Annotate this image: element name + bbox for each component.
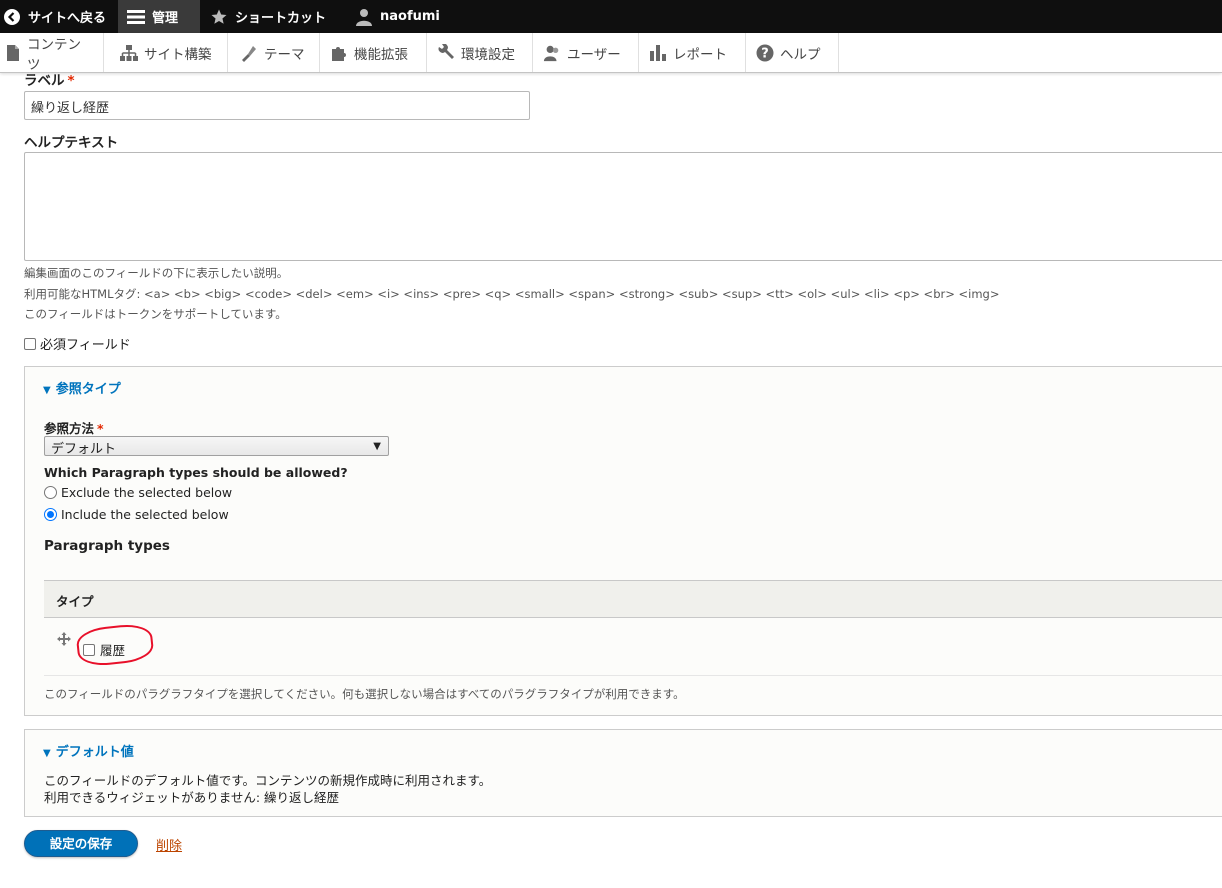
back-to-site-link[interactable]: サイトへ戻る (0, 0, 118, 33)
tray-item-people[interactable]: ユーザー (533, 33, 639, 72)
svg-text:?: ? (761, 46, 769, 61)
shortcuts-tab[interactable]: ショートカット (200, 0, 342, 33)
admin-toolbar: サイトへ戻る 管理 ショートカット naofumi (0, 0, 1222, 33)
dropdown-arrow-icon: ▼ (373, 441, 381, 452)
reference-type-legend: 参照タイプ (55, 382, 121, 397)
include-option-label: Include the selected below (61, 507, 229, 522)
tray-item-help[interactable]: ? ヘルプ (746, 33, 839, 72)
reference-type-toggle[interactable]: ▼ 参照タイプ (43, 378, 121, 397)
menu-icon (126, 7, 146, 27)
page-icon (4, 44, 21, 62)
reference-method-label-text: 参照方法 (44, 421, 95, 436)
tray-item-label: レポート (673, 46, 727, 63)
paragraph-types-description: このフィールドのパラグラフタイプを選択してください。何も選択しない場合はすべての… (44, 687, 685, 701)
sitemap-icon (120, 44, 138, 62)
help-tokens-note: このフィールドはトークンをサポートしています。 (24, 307, 287, 321)
required-marker: * (97, 421, 104, 436)
question-icon: ? (756, 44, 774, 62)
manage-tab[interactable]: 管理 (118, 0, 200, 33)
star-icon (209, 7, 229, 27)
tray-item-appearance[interactable]: テーマ (228, 33, 320, 72)
tray-item-config[interactable]: 環境設定 (427, 33, 533, 72)
default-value-widget-note: 利用できるウィジェットがありません: 繰り返し経歴 (44, 790, 340, 805)
default-value-toggle[interactable]: ▼ デフォルト値 (43, 741, 134, 760)
default-value-legend: デフォルト値 (55, 745, 134, 760)
required-field-checkbox[interactable] (24, 337, 36, 350)
reference-type-fieldset: ▼ 参照タイプ 参照方法 * デフォルト ▼ Which Paragraph typ… (24, 366, 1222, 716)
tray-item-label: ヘルプ (780, 46, 821, 63)
shortcuts-label: ショートカット (235, 11, 327, 26)
tray-item-reports[interactable]: レポート (639, 33, 746, 72)
wrench-icon (437, 43, 455, 62)
tray-item-label: ユーザー (567, 46, 621, 63)
tray-item-label: サイト構築 (144, 46, 212, 63)
drag-handle-icon[interactable] (57, 632, 71, 650)
triangle-down-icon: ▼ (43, 748, 51, 759)
tray-item-content[interactable]: コンテンツ (0, 33, 104, 73)
reference-method-select[interactable]: デフォルト ▼ (44, 436, 389, 457)
reference-method-label: 参照方法 * (44, 418, 104, 437)
include-option-row[interactable]: Include the selected below (44, 507, 229, 522)
required-field-checkbox-row[interactable]: 必須フィールド (24, 334, 131, 353)
user-tab[interactable]: naofumi (342, 0, 452, 33)
help-allowed-tags: 利用可能なHTMLタグ: <a> <b> <big> <code> <del> … (24, 287, 1000, 301)
exclude-option-label: Exclude the selected below (61, 485, 233, 500)
admin-tray: コンテンツ サイト構築 テーマ 機能拡張 環境設定 ユーザー レポート ? ヘル… (0, 33, 1222, 73)
back-to-site-label: サイトへ戻る (28, 11, 107, 26)
tray-item-label: テーマ (264, 46, 305, 63)
manage-label: 管理 (152, 11, 179, 26)
people-icon (543, 44, 561, 62)
save-settings-button[interactable]: 設定の保存 (24, 830, 138, 857)
paragraph-types-title: Paragraph types (44, 538, 170, 554)
brush-icon (240, 44, 258, 62)
reference-method-value: デフォルト (51, 442, 117, 457)
tray-item-label: 環境設定 (461, 46, 515, 63)
exclude-radio[interactable] (44, 486, 57, 499)
annotation-circle (75, 622, 155, 668)
tray-item-label: 機能拡張 (354, 46, 408, 63)
label-input[interactable]: 繰り返し経歴 (24, 91, 530, 120)
help-description-1: 編集画面のこのフィールドの下に表示したい説明。 (24, 266, 289, 280)
table-row: 履歴 (44, 619, 1222, 676)
allowed-types-question: Which Paragraph types should be allowed? (44, 465, 348, 480)
required-field-label: 必須フィールド (40, 338, 131, 353)
exclude-option-row[interactable]: Exclude the selected below (44, 485, 232, 500)
tray-item-structure[interactable]: サイト構築 (104, 33, 228, 72)
include-radio[interactable] (44, 508, 57, 521)
label-field-title-text: ラベル (24, 73, 65, 89)
user-label: naofumi (380, 9, 440, 24)
chevron-left-circle-icon (2, 7, 22, 27)
delete-link[interactable]: 削除 (156, 835, 182, 854)
puzzle-icon (330, 44, 348, 62)
user-icon (354, 7, 374, 27)
triangle-down-icon: ▼ (43, 385, 51, 396)
type-column-header: タイプ (56, 594, 94, 609)
help-text-textarea[interactable] (24, 152, 1222, 261)
tray-item-label: コンテンツ (27, 36, 82, 73)
paragraph-types-table-header: タイプ (44, 580, 1222, 618)
help-text-title: ヘルプテキスト (24, 135, 119, 151)
required-marker: * (67, 73, 75, 89)
default-value-fieldset: ▼ デフォルト値 このフィールドのデフォルト値です。コンテンツの新規作成時に利用さ… (24, 729, 1222, 817)
bar-chart-icon (649, 44, 667, 62)
tray-item-extend[interactable]: 機能拡張 (320, 33, 427, 72)
